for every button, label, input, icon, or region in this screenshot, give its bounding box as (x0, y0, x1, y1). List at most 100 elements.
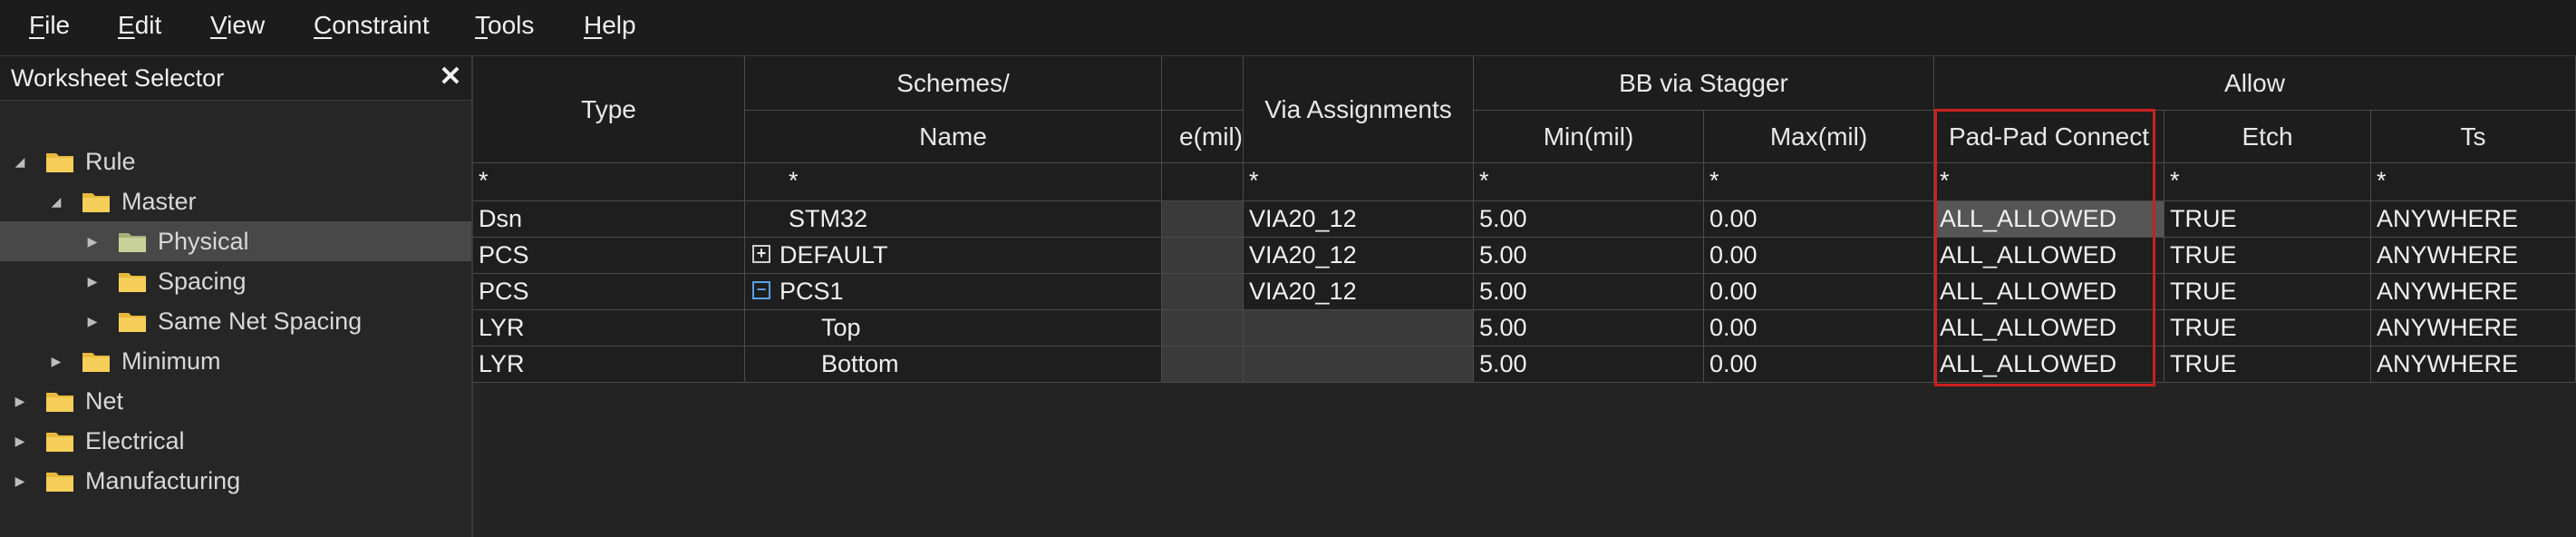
cell-via-assignment[interactable] (1244, 347, 1474, 383)
cell-pad-pad-connect[interactable]: ALL_ALLOWED (1934, 274, 2164, 310)
cell-etch[interactable]: TRUE (2164, 347, 2371, 383)
cell-pad-pad-connect[interactable]: ALL_ALLOWED (1934, 201, 2164, 238)
cell-ts[interactable]: ANYWHERE (2371, 274, 2576, 310)
folder-icon (46, 433, 73, 452)
close-icon[interactable]: ✕ (435, 60, 466, 94)
expand-icon[interactable]: + (752, 244, 770, 263)
column-header-bb-via-stagger[interactable]: BB via Stagger (1474, 56, 1934, 111)
menu-file[interactable]: File (25, 11, 73, 40)
scheme-name: PCS1 (780, 278, 844, 305)
expand-arrow-icon[interactable]: ▶ (83, 310, 102, 332)
cell-pad-pad-connect[interactable]: ALL_ALLOWED (1934, 238, 2164, 274)
folder-icon (119, 273, 146, 292)
cell-ts[interactable]: ANYWHERE (2371, 347, 2576, 383)
menu-view[interactable]: View (207, 11, 268, 40)
filter-ts[interactable]: * (2371, 163, 2576, 201)
cell-type[interactable]: Dsn (473, 201, 745, 238)
cell-ts[interactable]: ANYWHERE (2371, 310, 2576, 347)
collapse-icon[interactable]: − (752, 280, 770, 299)
tree-item-label: Manufacturing (85, 467, 241, 494)
expand-arrow-icon[interactable]: ▶ (11, 470, 29, 492)
cell-via-assignment[interactable]: VIA20_12 (1244, 201, 1474, 238)
cell-via-assignment[interactable]: VIA20_12 (1244, 274, 1474, 310)
cell-name[interactable]: STM32 (745, 201, 1162, 238)
cell-min[interactable]: 5.00 (1474, 201, 1704, 238)
cell-etch[interactable]: TRUE (2164, 310, 2371, 347)
expand-arrow-icon[interactable]: ▶ (47, 350, 65, 372)
expand-arrow-icon[interactable]: ▶ (83, 230, 102, 252)
tree-item-spacing[interactable]: ▶ Spacing (0, 261, 471, 301)
cell-max[interactable]: 0.00 (1704, 201, 1934, 238)
cell-width[interactable] (1162, 238, 1244, 274)
tree-item-physical[interactable]: ▶ Physical (0, 221, 471, 261)
expand-arrow-icon[interactable]: ▶ (83, 270, 102, 292)
cell-max[interactable]: 0.00 (1704, 310, 1934, 347)
cell-min[interactable]: 5.00 (1474, 347, 1704, 383)
column-header-schemes[interactable]: Schemes/ (745, 56, 1162, 111)
cell-min[interactable]: 5.00 (1474, 310, 1704, 347)
menu-tools[interactable]: Tools (471, 11, 537, 40)
filter-etch[interactable]: * (2164, 163, 2371, 201)
tree-item-minimum[interactable]: ▶ Minimum (0, 341, 471, 381)
column-header-allow[interactable]: Allow (1934, 56, 2576, 111)
cell-pad-pad-connect[interactable]: ALL_ALLOWED (1934, 310, 2164, 347)
filter-width[interactable] (1162, 163, 1244, 201)
cell-min[interactable]: 5.00 (1474, 274, 1704, 310)
filter-type[interactable]: * (473, 163, 745, 201)
cell-name[interactable]: Top (745, 310, 1162, 347)
cell-ts[interactable]: ANYWHERE (2371, 238, 2576, 274)
tree-item-same-net-spacing[interactable]: ▶ Same Net Spacing (0, 301, 471, 341)
filter-name[interactable]: * (745, 163, 1162, 201)
cell-etch[interactable]: TRUE (2164, 201, 2371, 238)
cell-max[interactable]: 0.00 (1704, 347, 1934, 383)
scheme-name: Top (821, 314, 861, 341)
column-header-type[interactable]: Type (473, 56, 745, 163)
column-header-name[interactable]: Name (745, 111, 1162, 163)
folder-icon (46, 153, 73, 172)
menu-help[interactable]: Help (580, 11, 640, 40)
expand-arrow-icon[interactable]: ▶ (11, 430, 29, 452)
expand-arrow-icon[interactable]: ▶ (11, 390, 29, 412)
cell-name[interactable]: Bottom (745, 347, 1162, 383)
cell-via-assignment[interactable]: VIA20_12 (1244, 238, 1474, 274)
filter-via[interactable]: * (1244, 163, 1474, 201)
cell-width[interactable] (1162, 347, 1244, 383)
cell-max[interactable]: 0.00 (1704, 238, 1934, 274)
cell-via-assignment[interactable] (1244, 310, 1474, 347)
column-header-ts[interactable]: Ts (2371, 111, 2576, 163)
cell-type[interactable]: LYR (473, 310, 745, 347)
filter-max[interactable]: * (1704, 163, 1934, 201)
cell-width[interactable] (1162, 201, 1244, 238)
cell-min[interactable]: 5.00 (1474, 238, 1704, 274)
collapse-arrow-icon[interactable]: ◢ (11, 151, 29, 172)
cell-width[interactable] (1162, 310, 1244, 347)
tree-item-manufacturing[interactable]: ▶ Manufacturing (0, 461, 471, 501)
constraint-worksheet-grid: Type Schemes/ Name e(mil) Via Assignment… (473, 56, 2576, 537)
column-header-etch[interactable]: Etch (2164, 111, 2371, 163)
cell-name[interactable]: + DEFAULT (745, 238, 1162, 274)
collapse-arrow-icon[interactable]: ◢ (47, 190, 65, 212)
cell-type[interactable]: PCS (473, 238, 745, 274)
cell-type[interactable]: PCS (473, 274, 745, 310)
cell-etch[interactable]: TRUE (2164, 238, 2371, 274)
column-header-width[interactable]: e(mil) (1162, 111, 1244, 163)
tree-item-net[interactable]: ▶ Net (0, 381, 471, 421)
cell-etch[interactable]: TRUE (2164, 274, 2371, 310)
menu-edit[interactable]: Edit (114, 11, 165, 40)
column-header-pad-pad-connect[interactable]: Pad-Pad Connect (1934, 111, 2164, 163)
tree-item-master[interactable]: ◢ Master (0, 181, 471, 221)
cell-type[interactable]: LYR (473, 347, 745, 383)
tree-item-electrical[interactable]: ▶ Electrical (0, 421, 471, 461)
cell-ts[interactable]: ANYWHERE (2371, 201, 2576, 238)
column-header-via-assignments[interactable]: Via Assignments (1244, 56, 1474, 163)
menu-constraint[interactable]: Constraint (310, 11, 433, 40)
cell-max[interactable]: 0.00 (1704, 274, 1934, 310)
cell-width[interactable] (1162, 274, 1244, 310)
column-header-min[interactable]: Min(mil) (1474, 111, 1704, 163)
filter-pad-pad[interactable]: * (1934, 163, 2164, 201)
tree-item-rule[interactable]: ◢ Rule (0, 142, 471, 181)
cell-name[interactable]: − PCS1 (745, 274, 1162, 310)
filter-min[interactable]: * (1474, 163, 1704, 201)
cell-pad-pad-connect[interactable]: ALL_ALLOWED (1934, 347, 2164, 383)
column-header-max[interactable]: Max(mil) (1704, 111, 1934, 163)
